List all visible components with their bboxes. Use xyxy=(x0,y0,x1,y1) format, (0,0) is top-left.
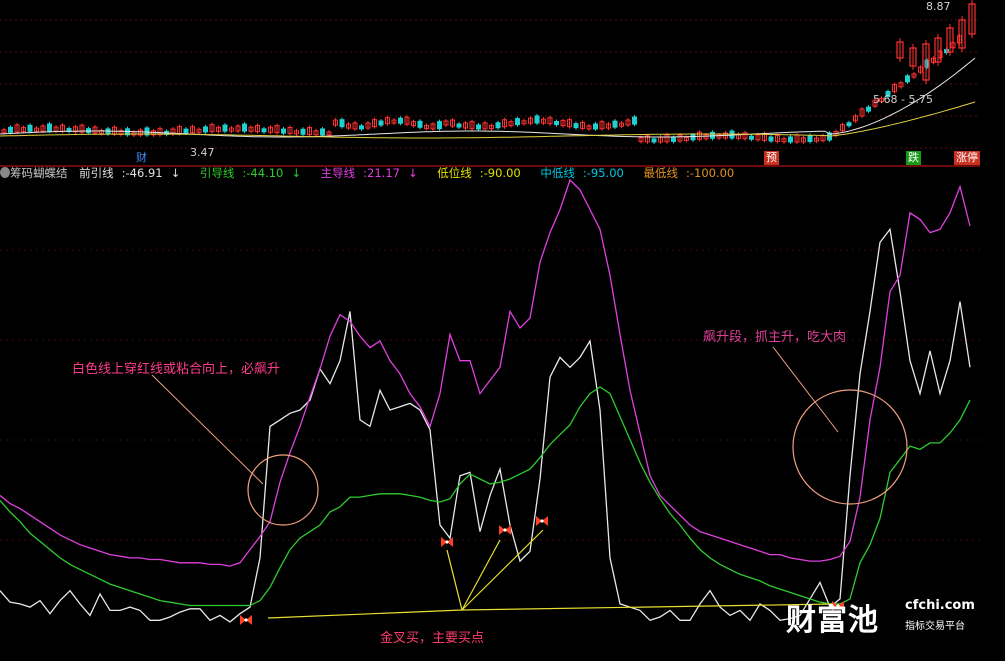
watermark-url: cfchi.com xyxy=(905,598,975,613)
candle-body xyxy=(476,124,481,130)
candle-body xyxy=(866,106,871,112)
legend-mid-low-line: 中低线:-95.00 xyxy=(540,166,624,180)
price-high-label: 8.87 xyxy=(926,0,951,13)
candle-body xyxy=(359,125,364,130)
annotation-left: 白色线上穿红线或粘合向上，必飙升 xyxy=(72,362,281,377)
candle-body xyxy=(222,124,228,132)
candle-body xyxy=(749,135,754,140)
candle-body xyxy=(554,121,559,126)
candle-body xyxy=(378,120,384,126)
candle-body xyxy=(203,126,208,133)
annotation-right: 飙升段，抓主升，吃大肉 xyxy=(703,330,847,345)
candle-body xyxy=(534,115,540,124)
candle-body xyxy=(632,116,637,125)
candle-body xyxy=(398,117,403,124)
event-tag-finance[interactable]: 财 xyxy=(134,151,149,165)
candle-body xyxy=(281,128,286,134)
candle-body xyxy=(846,122,852,127)
indicator-legend: 筹码蝴蝶结 前引线:-46.91 ↓ 引导线:-44.10 ↓ 主导线:21.17 ↓… xyxy=(0,165,750,181)
candle-body xyxy=(788,136,793,143)
candle-body xyxy=(183,128,189,134)
candle-body xyxy=(456,123,462,128)
event-tag-limit-up[interactable]: 涨停 xyxy=(954,151,980,165)
legend-low-line: 低位线:-90.00 xyxy=(437,166,521,180)
butterfly-body xyxy=(503,528,507,532)
highlight-circle-right xyxy=(792,389,908,505)
candle-body xyxy=(47,123,52,132)
candle-body xyxy=(320,128,325,136)
candle-body xyxy=(593,123,598,130)
event-tag-drop[interactable]: 跌 xyxy=(906,151,921,165)
legend-main-line: 主导线:21.17 ↓ xyxy=(320,166,418,180)
candle-body xyxy=(8,126,13,133)
butterfly-body xyxy=(244,618,248,622)
candle-body xyxy=(671,136,676,142)
butterfly-body xyxy=(540,519,544,523)
candle-body xyxy=(27,124,33,132)
candle-body xyxy=(515,118,520,126)
indicator-series xyxy=(0,178,971,623)
candlesticks xyxy=(1,0,976,144)
candle-body xyxy=(417,120,423,128)
candle-body xyxy=(905,75,910,83)
candle-body xyxy=(261,128,267,133)
candle-body xyxy=(495,122,501,129)
annotation-bottom: 金叉买，主要买点 xyxy=(380,631,485,646)
highlight-circle-left xyxy=(247,454,319,526)
watermark-logo: 财富池 xyxy=(786,603,879,638)
event-tag-forecast[interactable]: 预 xyxy=(764,151,779,165)
indicator-title: 筹码蝴蝶结 xyxy=(10,166,68,180)
buy-point-arrows xyxy=(267,529,836,619)
candle-body xyxy=(612,120,618,128)
legend-lowest-line: 最低线:-100.00 xyxy=(643,166,735,180)
price-range-label: 5.68 - 5.75 xyxy=(873,93,933,106)
chart-canvas xyxy=(0,0,980,625)
candle-body xyxy=(807,135,813,143)
candle-body xyxy=(573,123,579,129)
watermark-subtitle: 指标交易平台 xyxy=(905,621,965,632)
pointer-left xyxy=(151,374,264,485)
pointer-right xyxy=(772,346,839,433)
legend-front-line: 前引线:-46.91 ↓ xyxy=(79,166,181,180)
series-line-0 xyxy=(0,227,971,623)
legend-guide-line: 引导线:-44.10 ↓ xyxy=(199,166,301,180)
candle-body xyxy=(768,136,774,142)
candle-body xyxy=(242,123,247,132)
candle-body xyxy=(300,128,306,135)
price-low-label: 3.47 xyxy=(190,146,215,159)
candle-body xyxy=(651,138,657,143)
candle-body xyxy=(437,121,442,130)
butterfly-body xyxy=(445,540,449,544)
candle-body xyxy=(690,134,696,141)
candle-body xyxy=(339,119,345,128)
series-line-1 xyxy=(0,386,971,607)
